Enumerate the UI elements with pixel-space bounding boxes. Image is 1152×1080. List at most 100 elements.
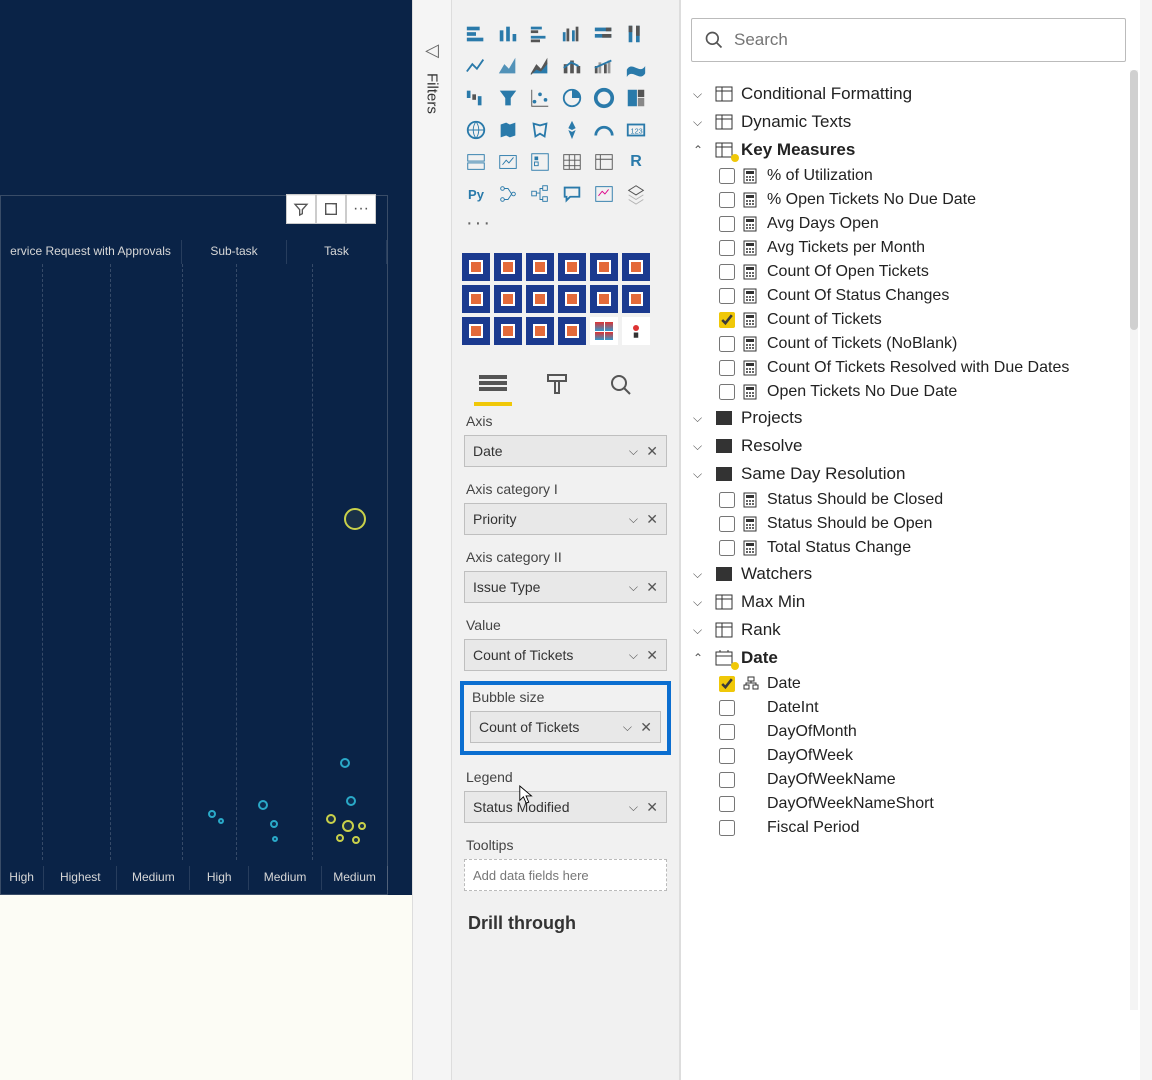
format-tab-icon[interactable] [540,371,574,399]
analytics-tab-icon[interactable] [604,371,638,399]
custom-visual-icon[interactable] [526,317,554,345]
field-item[interactable]: Avg Days Open [691,212,1126,236]
chevron-down-icon[interactable]: ⌵ [693,467,707,482]
scrollbar[interactable] [1130,70,1138,1010]
chevron-down-icon[interactable]: ⌵ [629,800,638,815]
custom-visual-icon[interactable] [494,285,522,313]
multi-row-card-icon[interactable] [462,148,490,176]
chevron-down-icon[interactable]: ⌵ [693,439,707,454]
field-checkbox[interactable] [719,772,735,788]
azure-map-icon[interactable] [558,116,586,144]
stacked-bar-chart-icon[interactable] [462,20,490,48]
chevron-up-icon[interactable]: ⌃ [693,143,707,157]
data-bubble[interactable] [344,508,366,530]
data-bubble[interactable] [270,820,278,828]
field-checkbox[interactable] [719,540,735,556]
chevron-down-icon[interactable]: ⌵ [629,512,638,527]
table-node-date[interactable]: ⌃Date [691,644,1126,672]
kpi-icon[interactable] [494,148,522,176]
tooltips-well[interactable]: Add data fields here [464,859,667,891]
field-checkbox[interactable] [719,384,735,400]
value-well[interactable]: Count of Tickets⌵✕ [464,639,667,671]
field-checkbox[interactable] [719,492,735,508]
field-item[interactable]: Fiscal Period [691,816,1126,840]
remove-field-icon[interactable]: ✕ [646,511,658,528]
remove-field-icon[interactable]: ✕ [646,799,658,816]
scatter-chart-icon[interactable] [526,84,554,112]
data-bubble[interactable] [358,822,366,830]
chevron-down-icon[interactable]: ⌵ [623,720,632,735]
chevron-down-icon[interactable]: ⌵ [693,411,707,426]
report-canvas[interactable]: ··· ervice Request with Approvals Sub-ta… [0,0,412,1080]
gauge-icon[interactable] [590,116,618,144]
table-node[interactable]: ⌵Watchers [691,560,1126,588]
data-bubble[interactable] [336,834,344,842]
table-node[interactable]: ⌵Projects [691,404,1126,432]
expand-filters-icon[interactable]: ◁ [425,40,439,61]
field-checkbox[interactable] [719,748,735,764]
field-checkbox[interactable] [719,820,735,836]
data-bubble[interactable] [272,836,278,842]
clustered-column-chart-icon[interactable] [558,20,586,48]
custom-visual-icon[interactable] [462,285,490,313]
r-script-visual-icon[interactable]: R [622,148,650,176]
axis-category-2-well[interactable]: Issue Type⌵✕ [464,571,667,603]
chevron-up-icon[interactable]: ⌃ [693,651,707,665]
field-item[interactable]: DayOfWeek [691,744,1126,768]
slicer-icon[interactable] [526,148,554,176]
table-node[interactable]: ⌵Rank [691,616,1126,644]
field-checkbox[interactable] [719,312,735,328]
field-item[interactable]: Status Should be Closed [691,488,1126,512]
table-node[interactable]: ⌵Resolve [691,432,1126,460]
field-checkbox[interactable] [719,676,735,692]
clustered-bar-chart-icon[interactable] [526,20,554,48]
custom-visual-icon[interactable] [526,253,554,281]
filled-map-icon[interactable] [494,116,522,144]
ribbon-chart-icon[interactable] [622,52,650,80]
table-node[interactable]: ⌵Conditional Formatting [691,80,1126,108]
data-bubble[interactable] [258,800,268,810]
line-clustered-column-icon[interactable] [590,52,618,80]
remove-field-icon[interactable]: ✕ [640,719,652,736]
field-item[interactable]: Count Of Status Changes [691,284,1126,308]
remove-field-icon[interactable]: ✕ [646,443,658,460]
chevron-down-icon[interactable]: ⌵ [693,595,707,610]
chevron-down-icon[interactable]: ⌵ [629,580,638,595]
custom-visual-icon[interactable] [622,317,650,345]
map-icon[interactable] [462,116,490,144]
custom-visual-icon[interactable] [526,285,554,313]
legend-well[interactable]: Status Modified⌵✕ [464,791,667,823]
field-item[interactable]: Total Status Change [691,536,1126,560]
field-checkbox[interactable] [719,192,735,208]
field-item[interactable]: Status Should be Open [691,512,1126,536]
custom-visual-icon[interactable] [590,285,618,313]
table-node[interactable]: ⌵Max Min [691,588,1126,616]
field-item[interactable]: % of Utilization [691,164,1126,188]
field-checkbox[interactable] [719,240,735,256]
hundred-stacked-column-icon[interactable] [622,20,650,48]
hundred-stacked-bar-icon[interactable] [590,20,618,48]
data-bubble[interactable] [326,814,336,824]
chevron-down-icon[interactable]: ⌵ [693,87,707,102]
field-item[interactable]: Avg Tickets per Month [691,236,1126,260]
treemap-icon[interactable] [622,84,650,112]
custom-visual-icon[interactable] [622,285,650,313]
qa-visual-icon[interactable] [558,180,586,208]
line-chart-icon[interactable] [462,52,490,80]
field-checkbox[interactable] [719,336,735,352]
field-item[interactable]: Count of Tickets (NoBlank) [691,332,1126,356]
custom-visual-icon[interactable] [462,253,490,281]
field-item[interactable]: % Open Tickets No Due Date [691,188,1126,212]
field-item[interactable]: Date [691,672,1126,696]
field-checkbox[interactable] [719,516,735,532]
field-item[interactable]: Count of Tickets [691,308,1126,332]
line-stacked-column-icon[interactable] [558,52,586,80]
bubble-size-well[interactable]: Count of Tickets⌵✕ [470,711,661,743]
field-checkbox[interactable] [719,216,735,232]
fields-search[interactable] [691,18,1126,62]
custom-visual-icon[interactable] [494,253,522,281]
field-checkbox[interactable] [719,796,735,812]
field-checkbox[interactable] [719,168,735,184]
key-influencers-icon[interactable] [494,180,522,208]
field-checkbox[interactable] [719,700,735,716]
